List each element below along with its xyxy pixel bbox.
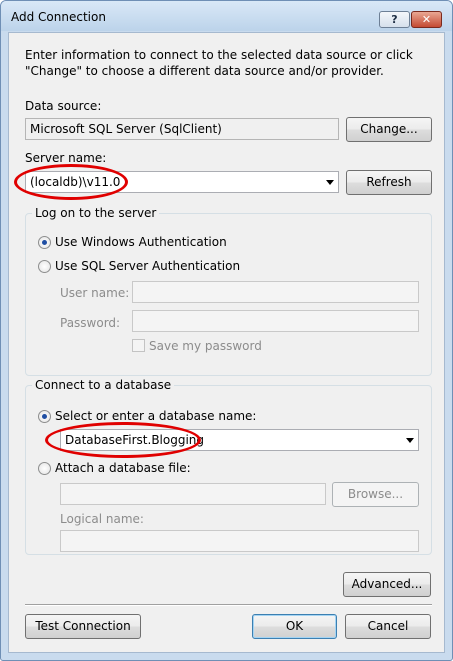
attach-file-radio[interactable] [38,462,51,475]
separator-line [25,604,432,606]
select-database-radio[interactable] [38,410,51,423]
sql-auth-label[interactable]: Use SQL Server Authentication [55,259,240,273]
password-label: Password: [60,316,121,330]
attach-file-input[interactable] [60,483,326,505]
dropdown-arrow-icon[interactable] [326,180,334,185]
attach-file-label[interactable]: Attach a database file: [55,461,191,475]
radio-selected-dot [42,240,47,245]
dialog-body: Enter information to connect to the sele… [8,32,445,653]
server-name-combobox[interactable]: (localdb)\v11.0 [25,171,339,193]
windows-auth-label[interactable]: Use Windows Authentication [55,235,227,249]
server-name-label: Server name: [25,151,107,165]
user-name-input[interactable] [132,281,419,303]
window-title: Add Connection [11,10,106,24]
data-source-value: Microsoft SQL Server (SqlClient) [30,122,222,136]
browse-button[interactable]: Browse... [332,482,419,507]
windows-auth-radio[interactable] [38,236,51,249]
server-name-value: (localdb)\v11.0 [30,175,121,189]
radio-selected-dot [42,414,47,419]
database-legend: Connect to a database [32,378,175,392]
user-name-label: User name: [60,286,130,300]
database-name-value: DatabaseFirst.Blogging [65,433,205,447]
test-connection-button[interactable]: Test Connection [25,614,141,639]
data-source-field: Microsoft SQL Server (SqlClient) [25,118,339,140]
save-password-checkbox[interactable] [132,339,145,352]
save-password-label[interactable]: Save my password [149,339,262,353]
cancel-button[interactable]: Cancel [345,614,431,639]
refresh-button[interactable]: Refresh [346,170,432,195]
data-source-label: Data source: [25,99,102,113]
sql-auth-radio[interactable] [38,260,51,273]
logical-name-label: Logical name: [60,512,144,526]
logon-legend: Log on to the server [32,206,160,220]
logical-name-input[interactable] [60,530,419,552]
database-name-combobox[interactable]: DatabaseFirst.Blogging [60,429,419,451]
dropdown-arrow-icon[interactable] [406,438,414,443]
change-button[interactable]: Change... [346,117,432,142]
select-database-label[interactable]: Select or enter a database name: [55,409,256,423]
ok-button[interactable]: OK [252,614,337,639]
add-connection-dialog: Add Connection ? ✕ Enter information to … [0,0,453,661]
title-bar[interactable]: Add Connection ? ✕ [1,1,452,31]
help-icon[interactable]: ? [379,11,410,28]
intro-text: Enter information to connect to the sele… [25,48,413,78]
advanced-button[interactable]: Advanced... [343,572,431,597]
password-input[interactable] [132,310,419,332]
close-icon[interactable]: ✕ [411,11,442,28]
